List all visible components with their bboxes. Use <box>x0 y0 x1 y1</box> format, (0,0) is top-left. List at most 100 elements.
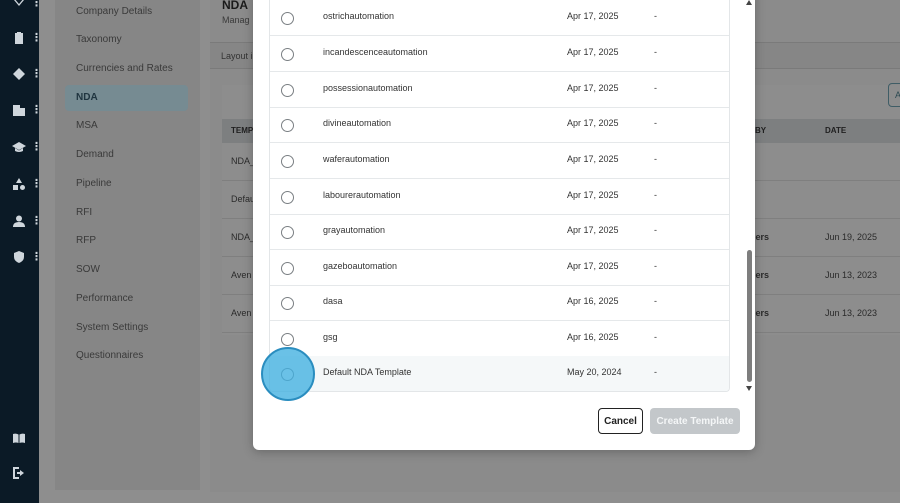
kebab-icon[interactable]: ⋮ <box>31 142 42 153</box>
icon-rail: ⋮ ⋮ ⋮ ⋮ ⋮ ⋮ ⋮ ⋮ <box>0 0 42 503</box>
list-item[interactable]: ostrichautomation Apr 17, 2025 - <box>270 0 729 36</box>
row-name: NDA_ <box>231 156 256 166</box>
list-item[interactable]: divineautomation Apr 17, 2025 - <box>270 107 729 143</box>
nav-item-nda[interactable]: NDA <box>65 85 188 111</box>
column-header-by: BY <box>755 126 767 135</box>
nav-item-pipeline[interactable]: Pipeline <box>65 171 188 197</box>
template-name: gsg <box>323 332 338 342</box>
kebab-icon[interactable]: ⋮ <box>31 179 42 190</box>
template-date: Apr 17, 2025 <box>567 11 619 21</box>
tab-layout[interactable]: Layout i <box>221 51 253 61</box>
column-header-date: DATE <box>825 126 847 135</box>
template-extra: - <box>654 261 657 271</box>
radio-button[interactable] <box>281 155 294 168</box>
radio-button[interactable] <box>281 262 294 275</box>
template-name: gazeboautomation <box>323 261 398 271</box>
select-template-modal: ostrichautomation Apr 17, 2025 - incande… <box>253 0 755 450</box>
radio-button[interactable] <box>281 226 294 239</box>
kebab-icon[interactable]: ⋮ <box>31 252 42 263</box>
template-extra: - <box>654 367 657 377</box>
row-name: Defau <box>231 194 256 204</box>
radio-button[interactable] <box>281 297 294 310</box>
list-item[interactable]: gazeboautomation Apr 17, 2025 - <box>270 250 729 286</box>
book-icon[interactable] <box>11 430 27 446</box>
scroll-thumb[interactable] <box>747 250 752 382</box>
graduation-cap-icon[interactable] <box>11 139 27 155</box>
nav-item-demand[interactable]: Demand <box>65 142 188 168</box>
template-extra: - <box>654 11 657 21</box>
add-template-button[interactable]: A <box>888 83 900 107</box>
list-item[interactable]: labourerautomation Apr 17, 2025 - <box>270 179 729 215</box>
template-extra: - <box>654 83 657 93</box>
radio-button[interactable] <box>281 191 294 204</box>
nav-item-sow[interactable]: SOW <box>65 257 188 283</box>
template-name: ostrichautomation <box>323 11 395 21</box>
template-date: Apr 17, 2025 <box>567 118 619 128</box>
list-item[interactable]: Default NDA Template May 20, 2024 - <box>270 356 729 391</box>
row-date: Jun 19, 2025 <box>825 232 878 242</box>
template-extra: - <box>654 154 657 164</box>
nav-item-currencies[interactable]: Currencies and Rates <box>65 56 188 82</box>
settings-sidenav: Company Details Taxonomy Currencies and … <box>55 0 200 490</box>
template-date: Apr 17, 2025 <box>567 83 619 93</box>
template-date: Apr 17, 2025 <box>567 225 619 235</box>
template-date: May 20, 2024 <box>567 367 622 377</box>
list-item[interactable]: dasa Apr 16, 2025 - <box>270 285 729 321</box>
cancel-button[interactable]: Cancel <box>598 408 643 434</box>
template-name: grayautomation <box>323 225 386 235</box>
row-date: Jun 13, 2023 <box>825 270 878 280</box>
template-name: waferautomation <box>323 154 390 164</box>
template-date: Apr 17, 2025 <box>567 154 619 164</box>
template-extra: - <box>654 190 657 200</box>
radio-button[interactable] <box>281 12 294 25</box>
shield-icon[interactable] <box>11 249 27 265</box>
template-name: Default NDA Template <box>323 367 412 377</box>
radio-button[interactable] <box>281 48 294 61</box>
page-subtitle: Manag <box>222 15 250 25</box>
template-date: Apr 17, 2025 <box>567 47 619 57</box>
list-item[interactable]: waferautomation Apr 17, 2025 - <box>270 143 729 179</box>
diamond-icon[interactable] <box>11 66 27 82</box>
chevron-icon[interactable] <box>11 0 27 10</box>
nav-item-questionnaires[interactable]: Questionnaires <box>65 343 188 369</box>
scroll-up-icon[interactable] <box>746 0 752 5</box>
template-name: incandescenceautomation <box>323 47 428 57</box>
nav-item-system-settings[interactable]: System Settings <box>65 315 188 341</box>
list-item[interactable]: incandescenceautomation Apr 17, 2025 - <box>270 36 729 72</box>
nav-item-performance[interactable]: Performance <box>65 286 188 312</box>
nav-item-msa[interactable]: MSA <box>65 113 188 139</box>
list-item[interactable]: gsg Apr 16, 2025 - <box>270 321 729 357</box>
nav-item-rfi[interactable]: RFI <box>65 200 188 226</box>
row-date: Jun 13, 2023 <box>825 308 878 318</box>
list-item[interactable]: grayautomation Apr 17, 2025 - <box>270 214 729 250</box>
scroll-down-icon[interactable] <box>746 386 752 391</box>
radio-button[interactable] <box>281 84 294 97</box>
radio-button[interactable] <box>281 119 294 132</box>
row-name: Aven <box>231 308 252 318</box>
nav-item-taxonomy[interactable]: Taxonomy <box>65 27 188 53</box>
list-item[interactable]: possessionautomation Apr 17, 2025 - <box>270 72 729 108</box>
clipboard-icon[interactable] <box>11 30 27 46</box>
nav-item-rfp[interactable]: RFP <box>65 228 188 254</box>
radio-button[interactable] <box>281 333 294 346</box>
create-template-button[interactable]: Create Template <box>650 408 740 434</box>
kebab-icon[interactable]: ⋮ <box>31 0 42 9</box>
kebab-icon[interactable]: ⋮ <box>31 33 42 44</box>
user-icon[interactable] <box>11 213 27 229</box>
row-name: NDA_ <box>231 232 256 242</box>
list-scrollbar[interactable] <box>745 0 754 392</box>
template-extra: - <box>654 118 657 128</box>
kebab-icon[interactable]: ⋮ <box>31 105 42 116</box>
nav-item-company-details[interactable]: Company Details <box>65 0 188 25</box>
template-date: Apr 16, 2025 <box>567 332 619 342</box>
kebab-icon[interactable]: ⋮ <box>31 69 42 80</box>
shapes-icon[interactable] <box>11 176 27 192</box>
template-extra: - <box>654 225 657 235</box>
template-extra: - <box>654 47 657 57</box>
template-date: Apr 17, 2025 <box>567 261 619 271</box>
building-icon[interactable] <box>11 102 27 118</box>
template-extra: - <box>654 296 657 306</box>
kebab-icon[interactable]: ⋮ <box>31 216 42 227</box>
logout-icon[interactable] <box>11 465 27 481</box>
column-header-template: TEMP <box>231 126 254 135</box>
